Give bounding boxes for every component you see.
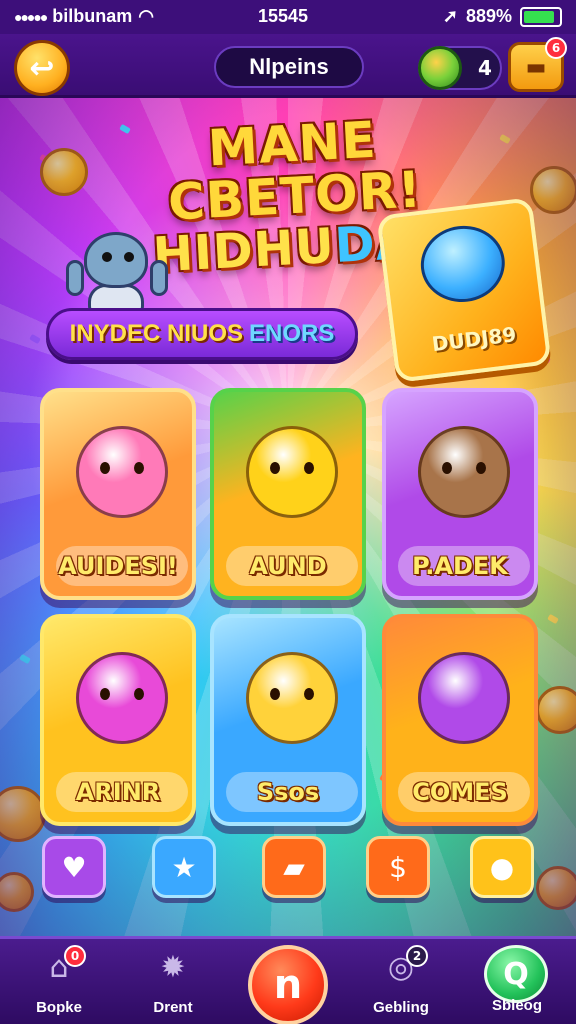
status-bar: ●●●●● bilbunam ◠ 15545 ➚ 889% — [0, 0, 576, 34]
mascot-eye — [102, 252, 112, 262]
game-tile[interactable]: AUIDESI! — [40, 388, 196, 600]
mascot-head — [84, 232, 148, 288]
dollar-coin-icon: $ — [389, 850, 407, 884]
coin-button[interactable]: $ — [366, 836, 430, 898]
purple-robot-icon — [418, 652, 510, 744]
game-tile[interactable]: P.ADEK — [382, 388, 538, 600]
gem-counter[interactable]: 4 — [418, 46, 502, 90]
subtitle-banner[interactable]: INYDEC NIUOS ENORS — [46, 308, 358, 360]
carrier-group: ●●●●● bilbunam ◠ — [14, 6, 154, 27]
signal-dots-icon: ●●●●● — [14, 8, 48, 25]
tab-drent[interactable]: ✹ Drent — [118, 947, 228, 1023]
star-icon: ★ — [171, 850, 197, 884]
gem-icon — [418, 46, 462, 90]
star-button[interactable]: ★ — [152, 836, 216, 898]
header-title: Nlpeins — [214, 46, 364, 88]
settings-badge: 2 — [406, 945, 428, 967]
home-badge: 0 — [64, 945, 86, 967]
character-eyes — [100, 688, 144, 700]
chest-icon: ▬ — [525, 54, 547, 80]
battery-fill — [524, 10, 555, 23]
tile-label: AUIDESI! — [58, 552, 178, 580]
treasure-chest-button[interactable]: ▬ 6 — [508, 37, 567, 92]
social-button[interactable]: Q — [484, 945, 548, 1003]
tab-drent-label: Drent — [153, 999, 193, 1016]
search-icon: Q — [503, 956, 529, 992]
tab-settings[interactable]: ◎ 2 Gebling — [346, 945, 456, 1023]
character-eyes — [270, 462, 314, 474]
tile-label: P.ADEK — [412, 552, 508, 580]
play-center-button[interactable]: n — [248, 945, 328, 1024]
settings-ring-icon: ◎ 2 — [378, 945, 428, 987]
reward-icon: ● — [489, 850, 515, 884]
tab-social-label: Sbleog — [491, 997, 542, 1014]
wifi-icon: ◠ — [138, 6, 154, 26]
chest-badge: 6 — [545, 37, 567, 59]
game-tile[interactable]: ARINR — [40, 614, 196, 826]
game-tile[interactable]: Ssos — [210, 614, 366, 826]
game-tile[interactable]: AUND — [210, 388, 366, 600]
tab-home-label: Bopke — [36, 999, 82, 1016]
reward-button[interactable]: ● — [470, 836, 534, 898]
status-right: ➚ 889% — [443, 6, 562, 27]
tab-settings-label: Gebling — [373, 999, 429, 1016]
battery-percent: 889% — [465, 6, 512, 26]
gold-bars-icon: ▰ — [283, 850, 305, 884]
back-arrow-icon: ↩ — [29, 50, 55, 86]
back-button[interactable]: ↩ — [14, 40, 70, 96]
mascot-eye — [124, 252, 134, 262]
home-icon: ⌂ 0 — [36, 945, 86, 987]
character-eyes — [100, 462, 144, 474]
gold-bars-button[interactable]: ▰ — [262, 836, 326, 898]
game-tile[interactable]: COMES — [382, 614, 538, 826]
carrier-name: bilbunam — [52, 6, 133, 26]
location-icon: ➚ — [442, 6, 458, 26]
battery-icon — [520, 6, 562, 27]
game-header: ↩ Nlpeins 4 ▬ 6 — [0, 34, 576, 98]
blue-creature-icon — [416, 221, 510, 307]
tile-label: COMES — [412, 778, 508, 806]
character-eyes — [270, 688, 314, 700]
character-eyes — [442, 462, 486, 474]
subtitle-text-a: INYDEC NIUOS — [69, 320, 243, 347]
gear-blob-icon: ✹ — [160, 949, 186, 985]
heart-icon: ♥ — [61, 850, 87, 884]
mascot-arm-left — [66, 260, 84, 296]
bottom-tab-bar: ⌂ 0 Bopke ✹ Drent n ◎ 2 Gebling Q Sbleog — [0, 936, 576, 1024]
play-icon: n — [273, 962, 303, 1008]
featured-card[interactable]: DUDJ89 — [376, 197, 552, 383]
tab-home[interactable]: ⌂ 0 Bopke — [4, 945, 114, 1023]
main-title-line2-a: HIDHU — [151, 218, 337, 284]
tile-label: AUND — [249, 552, 327, 580]
tile-label: ARINR — [75, 778, 161, 806]
tile-label: Ssos — [256, 778, 320, 806]
heart-button[interactable]: ♥ — [42, 836, 106, 898]
tab-social-label-wrap: Sbleog — [462, 997, 572, 1023]
status-time: 15545 — [258, 6, 309, 26]
featured-card-label: DUDJ89 — [430, 322, 518, 357]
mascot-arm-right — [150, 260, 168, 296]
gem-count: 4 — [478, 56, 492, 80]
subtitle-text-b: ENORS — [249, 320, 335, 347]
